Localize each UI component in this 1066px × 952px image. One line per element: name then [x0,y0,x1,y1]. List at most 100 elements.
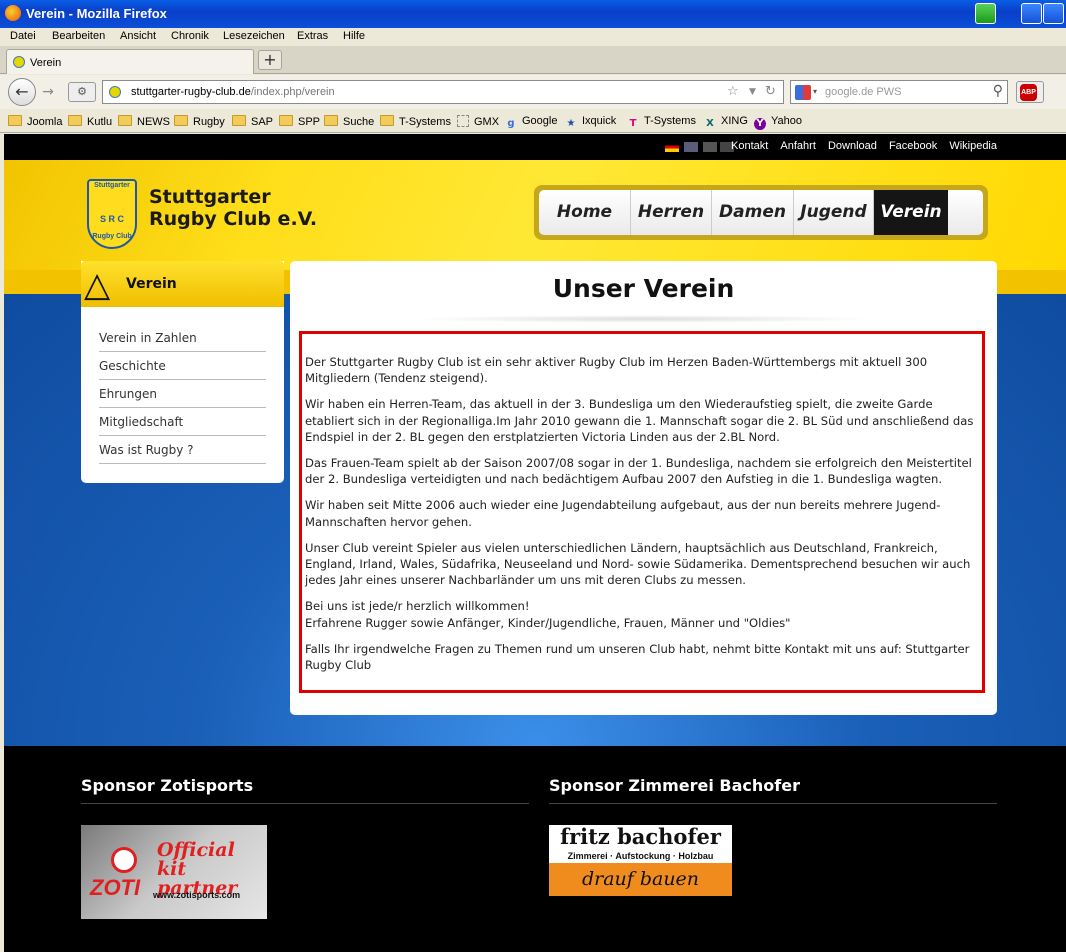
minimize-button[interactable] [1021,3,1042,24]
bookmark-kutlu[interactable]: Kutlu [68,115,112,129]
main-content: Unser Verein Der Stuttgarter Rugby Club … [290,261,997,715]
reload-icon[interactable]: ↻ [765,84,776,99]
tab-label: Verein [30,57,62,69]
bookmark-ixquick[interactable]: ★ Ixquick [565,115,617,129]
paragraph: Bei uns ist jede/r herzlich willkommen! E… [305,599,791,630]
dropdown-icon[interactable]: ▼ [749,87,756,97]
folder-icon [8,115,22,126]
menu-lesezeichen[interactable]: Lesezeichen [223,30,285,42]
menu-datei[interactable]: Datei [10,30,36,42]
folder-icon [174,115,188,126]
sidebar-item-geschichte[interactable]: Geschichte [99,352,266,380]
flag-icon[interactable] [703,142,717,152]
url-text: stuttgarter-rugby-club.de/index.php/vere… [131,86,335,98]
paragraph: Falls Ihr irgendwelche Fragen zu Themen … [305,641,970,673]
zotisports-banner[interactable]: Official kit partner ZOTI www.zotisports.… [81,825,267,919]
search-icon[interactable]: ⚲ [993,83,1003,99]
nav-damen[interactable]: Damen [712,190,794,235]
google-icon: g [507,118,515,129]
sidebar-item-mitgliedschaft[interactable]: Mitgliedschaft [99,408,266,436]
bookmark-gmx[interactable]: GMX [457,115,499,129]
folder-icon [118,115,132,126]
yahoo-icon: Y [754,118,766,130]
menu-extras[interactable]: Extras [297,30,328,42]
browser-window: Verein - Mozilla Firefox Datei Bearbeite… [0,0,1066,952]
menu-bearbeiten[interactable]: Bearbeiten [52,30,105,42]
sidebar-item-verein-in-zahlen[interactable]: Verein in Zahlen [99,324,266,352]
bookmark-google[interactable]: g Google [505,115,557,129]
link-wikipedia[interactable]: Wikipedia [949,140,997,152]
sponsor-title-bachofer: Sponsor Zimmerei Bachofer [549,776,800,795]
forward-button[interactable]: → [38,83,58,101]
telekom-icon: T [629,118,637,129]
bookmark-spp[interactable]: SPP [279,115,320,129]
menu-bar: Datei Bearbeiten Ansicht Chronik Lesezei… [0,28,1066,46]
bookmark-xing[interactable]: X XING [704,115,748,129]
folder-icon [279,115,293,126]
article-text: Der Stuttgarter Rugby Club ist ein sehr … [305,354,983,683]
star-icon: ★ [566,118,576,129]
google-search-engine-icon[interactable] [795,85,811,100]
url-bar[interactable]: stuttgarter-rugby-club.de/index.php/vere… [102,80,784,104]
star-icon[interactable]: ☆ [727,84,739,99]
bookmark-sap[interactable]: SAP [232,115,273,129]
bookmark-yahoo[interactable]: Y Yahoo [754,115,802,130]
bookmark-t-systems-folder[interactable]: T-Systems [380,115,451,129]
title-bar: Verein - Mozilla Firefox [0,0,1066,28]
site-favicon [109,86,121,98]
nav-verein[interactable]: Verein [874,190,948,235]
back-button[interactable]: ← [8,78,36,106]
sidebar-item-was-ist-rugby[interactable]: Was ist Rugby ? [99,436,266,464]
flag-english-icon[interactable] [684,142,698,152]
main-navigation: Home Herren Damen Jugend Verein [534,185,988,240]
nav-herren[interactable]: Herren [631,190,712,235]
paragraph: Unser Club vereint Spieler aus vielen un… [305,540,971,588]
folder-icon [324,115,338,126]
print-icon[interactable] [975,3,996,24]
site-favicon [13,56,25,68]
flag-german-icon[interactable] [665,142,679,152]
paragraph: Wir haben ein Herren-Team, das aktuell i… [305,397,974,444]
sponsor-title-zotisports: Sponsor Zotisports [81,776,254,795]
menu-chronik[interactable]: Chronik [171,30,209,42]
search-box[interactable]: ▾ google.de PWS ⚲ [790,80,1008,104]
site-name[interactable]: Stuttgarter Rugby Club e.V. [149,186,317,231]
folder-icon [232,115,246,126]
bookmark-news[interactable]: NEWS [118,115,170,129]
adblock-plus-button[interactable]: ABP [1016,81,1044,103]
xing-icon: X [706,118,714,129]
web-page: Kontakt Anfahrt Download Facebook Wikipe… [4,134,1066,952]
link-kontakt[interactable]: Kontakt [731,140,768,152]
link-facebook[interactable]: Facebook [889,140,937,152]
maximize-button[interactable] [1043,3,1064,24]
tab-verein[interactable]: Verein [6,49,254,74]
chevron-down-icon[interactable]: ▾ [813,87,817,96]
search-placeholder: google.de PWS [825,86,902,98]
rugby-player-icon: △ [84,265,111,305]
zoti-logo-icon [111,847,137,873]
folder-icon [380,115,394,126]
bachofer-banner[interactable]: fritz bachofer Zimmerei · Aufstockung · … [549,825,732,896]
divider [549,803,997,804]
bookmark-rugby[interactable]: Rugby [174,115,225,129]
paragraph: Der Stuttgarter Rugby Club ist ein sehr … [305,355,928,386]
bookmark-t-systems[interactable]: T T-Systems [627,115,696,129]
club-logo[interactable]: Stuttgarter S R C Rugby Club [87,179,137,249]
link-anfahrt[interactable]: Anfahrt [780,140,815,152]
gmx-icon [457,115,469,127]
sidebar-title: Verein [126,276,177,292]
sidebar-header: △ Verein [81,261,284,307]
nav-jugend[interactable]: Jugend [794,190,874,235]
bookmark-joomla[interactable]: Joomla [8,115,62,129]
navigation-toolbar: ← → ⚙ stuttgarter-rugby-club.de/index.ph… [0,75,1066,109]
sidebar: △ Verein Verein in Zahlen Geschichte Ehr… [81,261,284,483]
new-tab-button[interactable]: + [258,50,282,70]
bookmarks-toolbar: Joomla Kutlu NEWS Rugby SAP SPP Suche T-… [0,109,1066,133]
link-download[interactable]: Download [828,140,877,152]
site-identity-button[interactable]: ⚙ [68,82,96,102]
nav-home[interactable]: Home [539,190,631,235]
bookmark-suche[interactable]: Suche [324,115,374,129]
sidebar-item-ehrungen[interactable]: Ehrungen [99,380,266,408]
menu-hilfe[interactable]: Hilfe [343,30,365,42]
menu-ansicht[interactable]: Ansicht [120,30,156,42]
